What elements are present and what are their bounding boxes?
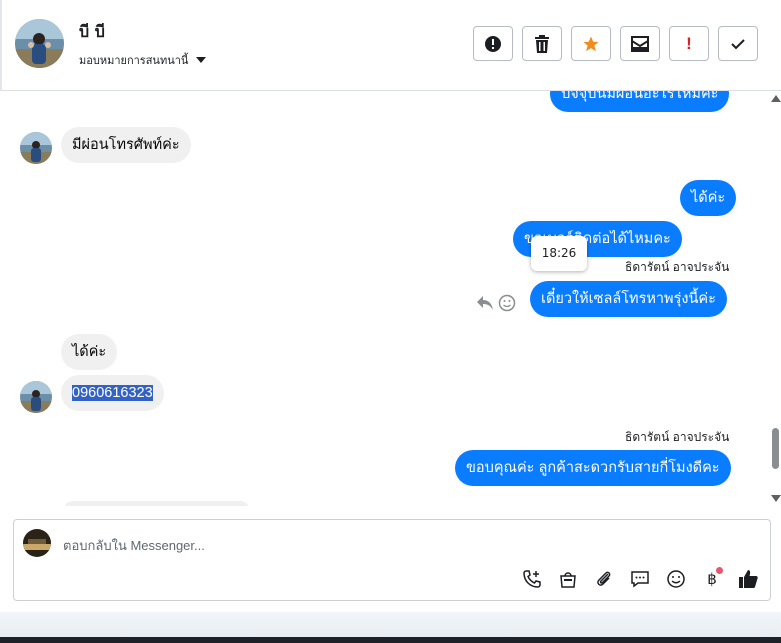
sender-name: ธิดารัตน์ อาจประจัน [625,430,730,444]
caret-down-icon [196,57,207,63]
notification-dot [716,567,723,574]
contact-name: บี บี [79,22,105,41]
timestamp-tooltip: 18:26 [531,236,587,271]
contact-avatar[interactable] [15,19,64,68]
window-bottom-strip [0,612,781,637]
conversation-toolbar: ! [473,26,758,61]
message-outgoing[interactable]: ขอบคุณค่ะ ลูกค้าสะดวกรับสายกี่โมงดีคะ [455,450,731,486]
thread-scrollbar[interactable] [770,91,781,506]
assign-label: มอบหมายการสนทนานี้ [79,54,189,67]
shopping-bag-icon[interactable] [556,567,580,591]
unread-button[interactable] [620,26,660,61]
contact-small-avatar [20,132,52,164]
message-actions [476,294,516,312]
saved-reply-icon[interactable] [628,567,652,591]
contact-small-avatar [20,381,52,413]
message-incoming[interactable]: 0960616323 [61,375,164,411]
message-outgoing[interactable]: เดี๋ยวให้เซลล์โทรหาพรุ่งนี้ค่ะ [530,281,727,317]
reply-icon[interactable] [476,295,494,311]
sender-name: ธิดารัตน์ อาจประจัน [625,260,730,274]
page-avatar [23,529,51,557]
trash-icon [535,34,549,53]
scrollbar-thumb[interactable] [772,428,779,469]
done-button[interactable] [718,26,758,61]
message-incoming-partial [63,501,250,506]
message-outgoing[interactable]: ได้ค่ะ [680,180,737,216]
reply-composer[interactable]: ตอบกลับใน Messenger... ฿ [13,519,771,601]
check-icon [731,38,745,49]
taskbar-edge [0,637,781,643]
envelope-icon [631,35,649,52]
emoji-icon[interactable] [664,567,688,591]
alert-circle-icon [485,35,501,52]
scroll-up-arrow-icon[interactable] [771,95,781,102]
message-incoming[interactable]: ได้ค่ะ [61,334,118,370]
delete-button[interactable] [522,26,562,61]
baht-payment-icon[interactable]: ฿ [700,567,724,591]
add-call-icon[interactable] [520,567,544,591]
scroll-down-arrow-icon[interactable] [771,495,781,502]
follow-up-button[interactable]: ! [669,26,709,61]
assign-conversation-dropdown[interactable]: มอบหมายการสนทนานี้ [79,51,207,69]
message-thread[interactable]: ปัจจุบันมีผ่อนอะไรไหมคะ มีผ่อนโทรศัพท์ค่… [0,91,770,506]
message-outgoing[interactable]: ปัจจุบันมีผ่อนอะไรไหมคะ [550,91,730,112]
star-button[interactable] [571,26,611,61]
react-emoji-icon[interactable] [498,294,516,312]
conversation-header: บี บี มอบหมายการสนทนานี้ ! [0,0,781,91]
composer-actions: ฿ [520,567,760,591]
exclamation-icon: ! [686,33,692,53]
reply-input[interactable]: ตอบกลับใน Messenger... [63,535,205,556]
like-icon[interactable] [736,567,760,591]
attachment-icon[interactable] [592,567,616,591]
phone-number-selection[interactable]: 0960616323 [72,385,153,401]
message-incoming[interactable]: มีผ่อนโทรศัพท์ค่ะ [61,127,191,163]
spam-button[interactable] [473,26,513,61]
star-icon [583,36,599,51]
